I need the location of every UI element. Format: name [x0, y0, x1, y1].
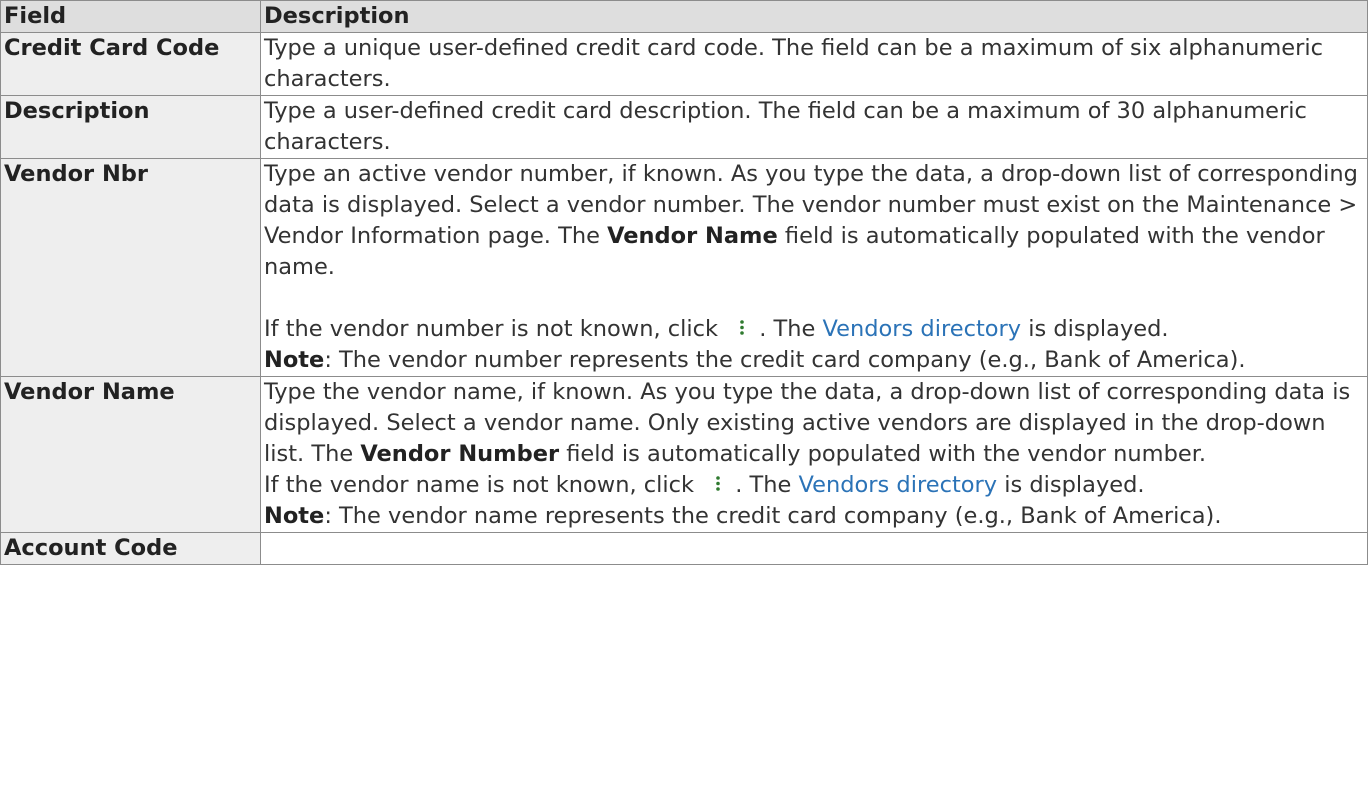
text-span: . The [759, 316, 823, 342]
vendor-name-paragraph-2: If the vendor name is not known, click .… [264, 470, 1364, 532]
vendors-directory-link[interactable]: Vendors directory [823, 316, 1022, 342]
text-span: field is automatically populated with th… [559, 441, 1207, 467]
field-name-vendor-name: Vendor Name [0, 376, 261, 533]
vendor-nbr-paragraph-1: Type an active vendor number, if known. … [264, 159, 1364, 283]
vertical-dots-icon[interactable] [701, 470, 735, 501]
note-text: : The vendor name represents the credit … [324, 503, 1222, 529]
bold-field-ref: Vendor Number [360, 441, 560, 467]
text-span: is displayed. [997, 472, 1145, 498]
header-field: Field [0, 0, 261, 33]
table-row-description: Description Type a user-defined credit c… [0, 95, 1368, 159]
vendor-nbr-paragraph-2: If the vendor number is not known, click… [264, 314, 1364, 376]
note-label: Note [264, 347, 325, 373]
note-text: : The vendor number represents the credi… [324, 347, 1246, 373]
text-span: If the vendor name is not known, click [264, 472, 702, 498]
field-desc-vendor-name: Type the vendor name, if known. As you t… [260, 376, 1368, 533]
field-description-table: Field Description Credit Card Code Type … [0, 0, 1368, 565]
field-name-description: Description [0, 95, 261, 159]
header-description: Description [260, 0, 1368, 33]
field-desc-account-code [260, 532, 1368, 565]
table-row-account-code: Account Code [0, 532, 1368, 565]
vendors-directory-link[interactable]: Vendors directory [799, 472, 998, 498]
bold-field-ref: Vendor Name [607, 223, 778, 249]
table-row-vendor-nbr: Vendor Nbr Type an active vendor number,… [0, 158, 1368, 377]
field-desc-description: Type a user-defined credit card descript… [260, 95, 1368, 159]
field-name-account-code: Account Code [0, 532, 261, 565]
field-name-credit-card-code: Credit Card Code [0, 32, 261, 96]
field-desc-credit-card-code: Type a unique user-defined credit card c… [260, 32, 1368, 96]
header-row: Field Description [0, 0, 1368, 33]
field-desc-vendor-nbr: Type an active vendor number, if known. … [260, 158, 1368, 377]
table-row-vendor-name: Vendor Name Type the vendor name, if kno… [0, 376, 1368, 533]
vendor-name-paragraph-1: Type the vendor name, if known. As you t… [264, 377, 1364, 470]
vertical-dots-icon[interactable] [725, 314, 759, 345]
text-span: If the vendor number is not known, click [264, 316, 726, 342]
text-span: is displayed. [1021, 316, 1169, 342]
text-span: . The [735, 472, 799, 498]
field-name-vendor-nbr: Vendor Nbr [0, 158, 261, 377]
table-row-credit-card-code: Credit Card Code Type a unique user-defi… [0, 32, 1368, 96]
note-label: Note [264, 503, 325, 529]
